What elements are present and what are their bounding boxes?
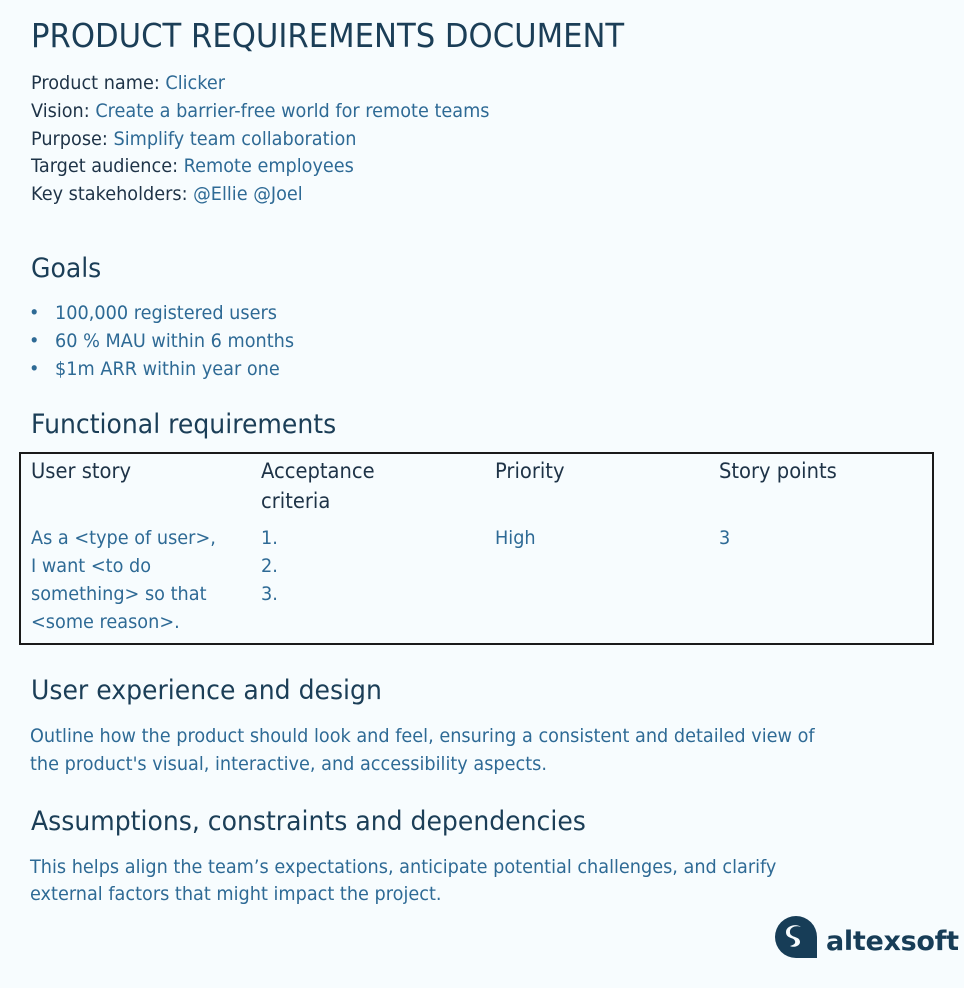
functional-requirements-table: User story Acceptance criteria Priority S… bbox=[19, 452, 934, 645]
goal-item: • $1m ARR within year one bbox=[29, 356, 294, 384]
criteria-item: 3. bbox=[261, 583, 278, 605]
column-header-story-points: Story points bbox=[709, 453, 933, 524]
column-header-user-story: User story bbox=[20, 453, 251, 524]
story-points-value: 3 bbox=[719, 527, 731, 549]
meta-purpose: Purpose: Simplify team collaboration bbox=[31, 126, 490, 154]
logo-text: altexsoft bbox=[826, 925, 959, 957]
meta-label: Target audience: bbox=[31, 155, 184, 178]
meta-label: Key stakeholders: bbox=[31, 183, 194, 206]
product-meta: Product name: Clicker Vision: Create a b… bbox=[31, 70, 524, 209]
header-text: User story bbox=[31, 459, 132, 483]
user-story-line: I want <to do bbox=[31, 555, 152, 577]
goals-list: • 100,000 registered users • 60 % MAU with… bbox=[29, 300, 314, 383]
table-row: As a <type of user>, I want <to do somet… bbox=[20, 524, 933, 644]
user-story-line: As a <type of user>, bbox=[31, 527, 216, 549]
meta-value: @Ellie @Joel bbox=[193, 183, 303, 206]
cell-acceptance-criteria: 1. 2. 3. bbox=[251, 524, 485, 644]
meta-value: Simplify team collaboration bbox=[113, 127, 357, 150]
cell-priority: High bbox=[485, 524, 709, 644]
meta-label: Purpose: bbox=[31, 127, 114, 150]
user-story-line: <some reason>. bbox=[31, 611, 180, 633]
criteria-item: 2. bbox=[261, 555, 278, 577]
assumptions-text-line: external factors that might impact the p… bbox=[30, 883, 442, 905]
priority-value: High bbox=[495, 527, 536, 549]
meta-value: Clicker bbox=[165, 72, 226, 94]
goal-item: • 100,000 registered users bbox=[29, 300, 294, 328]
ux-text-line: Outline how the product should look and … bbox=[30, 725, 815, 747]
bullet-icon: • bbox=[29, 329, 40, 352]
cell-story-points: 3 bbox=[709, 524, 933, 644]
header-text: Priority bbox=[495, 459, 565, 483]
criteria-item: 1. bbox=[261, 527, 278, 549]
goal-text: 100,000 registered users bbox=[55, 302, 277, 324]
user-story-line: something> so that bbox=[31, 583, 207, 605]
bullet-icon: • bbox=[29, 302, 40, 324]
ux-heading: User experience and design bbox=[31, 675, 382, 706]
ux-text-line: the product's visual, interactive, and a… bbox=[30, 753, 547, 775]
header-text: Story points bbox=[719, 459, 837, 483]
goal-item: • 60 % MAU within 6 months bbox=[29, 328, 294, 356]
table-header-row: User story Acceptance criteria Priority S… bbox=[20, 453, 933, 524]
meta-product-name: Product name: Clicker bbox=[31, 70, 490, 98]
header-text: criteria bbox=[261, 489, 331, 513]
meta-label: Vision: bbox=[31, 99, 96, 122]
meta-target-audience: Target audience: Remote employees bbox=[31, 153, 490, 181]
meta-label: Product name: bbox=[31, 72, 166, 94]
meta-key-stakeholders: Key stakeholders: @Ellie @Joel bbox=[31, 181, 490, 209]
altexsoft-logo: altexsoft bbox=[774, 915, 959, 959]
prd-document: PRODUCT REQUIREMENTS DOCUMENT Product na… bbox=[0, 0, 964, 988]
header-text: Acceptance bbox=[261, 459, 375, 483]
altexsoft-logo-icon bbox=[775, 916, 817, 958]
column-header-priority: Priority bbox=[485, 453, 709, 524]
goal-text: $1m ARR within year one bbox=[55, 357, 280, 380]
goal-text: 60 % MAU within 6 months bbox=[55, 329, 295, 352]
meta-value: Create a barrier-free world for remote t… bbox=[95, 99, 490, 122]
bullet-icon: • bbox=[29, 357, 40, 380]
goals-heading: Goals bbox=[31, 253, 102, 284]
column-header-acceptance-criteria: Acceptance criteria bbox=[251, 453, 485, 524]
meta-vision: Vision: Create a barrier-free world for … bbox=[31, 98, 490, 126]
functional-requirements-heading: Functional requirements bbox=[31, 409, 337, 440]
assumptions-heading: Assumptions, constraints and dependencie… bbox=[31, 806, 586, 837]
cell-user-story: As a <type of user>, I want <to do somet… bbox=[20, 524, 251, 644]
meta-value: Remote employees bbox=[183, 155, 354, 178]
document-title: PRODUCT REQUIREMENTS DOCUMENT bbox=[31, 16, 625, 55]
assumptions-text-line: This helps align the team’s expectations… bbox=[30, 856, 777, 878]
